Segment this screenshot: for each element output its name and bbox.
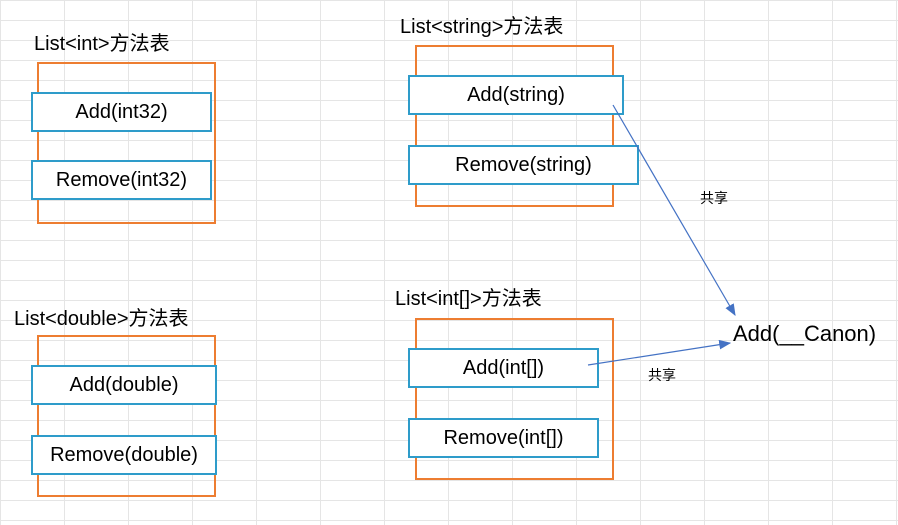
method-int-remove: Remove(int32) xyxy=(31,160,212,200)
method-double-remove: Remove(double) xyxy=(31,435,217,475)
title-list-intarr: List<int[]>方法表 xyxy=(395,282,542,311)
title-list-int: List<int>方法表 xyxy=(34,27,170,56)
method-string-add: Add(string) xyxy=(408,75,624,115)
diagram-root: List<int>方法表 Add(int32) Remove(int32) Li… xyxy=(0,0,898,525)
method-intarr-add: Add(int[]) xyxy=(408,348,599,388)
method-int-add: Add(int32) xyxy=(31,92,212,132)
title-list-double: List<double>方法表 xyxy=(14,302,189,331)
method-string-remove: Remove(string) xyxy=(408,145,639,185)
title-list-string: List<string>方法表 xyxy=(400,10,563,39)
label-share-bottom: 共享 xyxy=(648,365,676,385)
target-add-canon: Add(__Canon) xyxy=(733,321,876,347)
method-intarr-remove: Remove(int[]) xyxy=(408,418,599,458)
method-double-add: Add(double) xyxy=(31,365,217,405)
arrow-string-to-canon xyxy=(613,105,735,315)
label-share-top: 共享 xyxy=(700,188,728,208)
